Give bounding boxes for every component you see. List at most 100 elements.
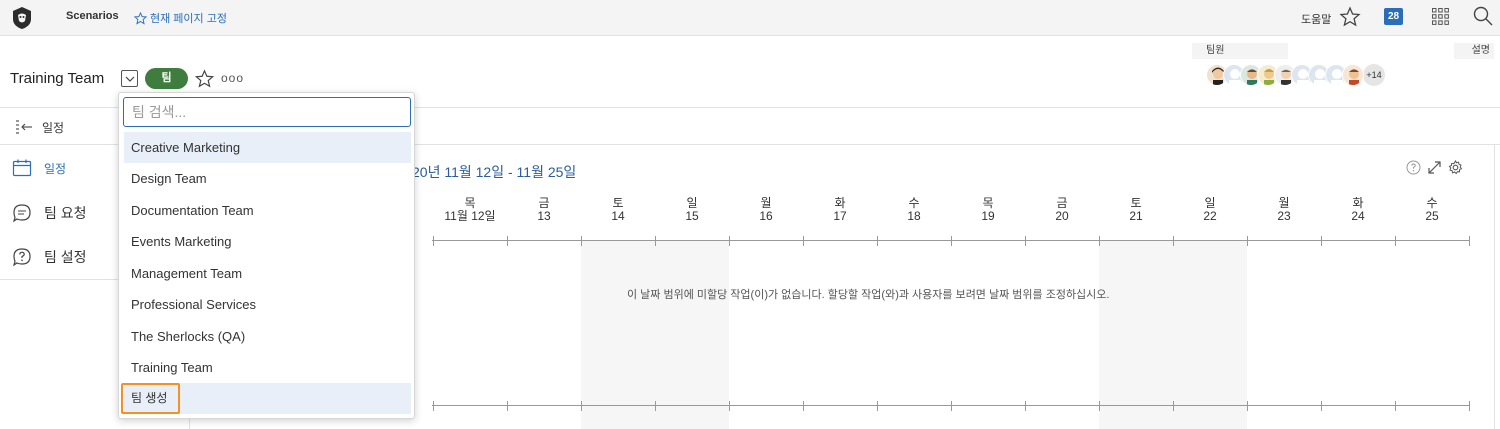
expand-icon[interactable] [1427,160,1442,175]
timeline-tick [655,236,656,246]
team-option[interactable]: Documentation Team [124,195,411,226]
more-options-button[interactable]: ooo [221,71,244,85]
team-dropdown: 팀 검색... Creative Marketing Design Team D… [118,92,415,419]
question-bubble-icon [12,248,31,267]
lion-logo-icon[interactable] [10,6,34,30]
day-number: 25 [1425,209,1439,223]
team-option[interactable]: Management Team [124,258,411,289]
sidebar-collapse-button[interactable]: 일정 [14,118,64,136]
day-column: 월 23 [1247,197,1321,223]
day-column: 토 14 [581,197,655,223]
timeline-tick [433,236,434,246]
team-type-pill: 팀 [145,68,188,89]
day-number: 13 [537,209,551,223]
day-number: 20 [1055,209,1069,223]
day-of-week: 금 [538,196,550,210]
team-selector-toggle[interactable] [121,70,138,87]
gear-icon[interactable] [1448,160,1463,175]
timeline-tick [951,401,952,411]
timeline-tick [433,401,434,411]
timeline-tick [1321,236,1322,246]
timeline-tick [1247,401,1248,411]
day-number: 11월 12일 [444,209,496,223]
day-of-week: 일 [1204,196,1216,210]
day-column: 토 21 [1099,197,1173,223]
day-of-week: 토 [1130,196,1142,210]
app-grid-icon[interactable] [1432,8,1449,25]
day-of-week: 목 [464,196,476,210]
day-of-week: 수 [1426,196,1438,210]
day-number: 22 [1203,209,1217,223]
top-bar: Scenarios 현재 페이지 고정 도움말 28 [0,0,1500,36]
timeline-tick [1025,401,1026,411]
day-number: 19 [981,209,995,223]
timeline-tick [1469,401,1470,411]
date-range-title[interactable]: 20년 11월 12일 - 11월 25일 [412,162,576,182]
favorites-star-icon[interactable] [1339,6,1361,28]
timeline-tick [877,401,878,411]
timeline-tick [1395,401,1396,411]
timeline-tick [581,401,582,411]
help-link[interactable]: 도움말 [1301,11,1331,27]
calendar-right-border [1494,145,1495,429]
avatar[interactable] [1342,64,1364,86]
team-search-input[interactable]: 팀 검색... [123,97,411,127]
sidebar-item-team-settings[interactable]: 팀 설정 [12,247,87,267]
day-number: 18 [907,209,921,223]
team-option[interactable]: Events Marketing [124,226,411,257]
day-column: 화 17 [803,197,877,223]
pin-page-button[interactable]: 현재 페이지 고정 [134,10,227,26]
sidebar-item-team-requests[interactable]: 팀 요청 [12,203,87,223]
timeline-tick [951,236,952,246]
day-number: 15 [685,209,699,223]
day-number: 24 [1351,209,1365,223]
timeline-tick [655,401,656,411]
timeline-tick [1099,401,1100,411]
timeline-tick [1099,236,1100,246]
timeline-tick [729,401,730,411]
members-extra-count[interactable]: +14 [1363,64,1385,86]
day-number: 21 [1129,209,1143,223]
notifications-badge[interactable]: 28 [1384,8,1403,25]
day-column: 목 11월 12일 [433,197,507,223]
create-team-button[interactable]: 팀 생성 [121,383,180,414]
calendar-tools [1406,160,1463,175]
day-column: 수 25 [1395,197,1469,223]
calendar-icon [12,159,32,177]
team-option[interactable]: The Sherlocks (QA) [124,321,411,352]
description-label: 설명 [1454,43,1494,59]
day-column: 금 13 [507,197,581,223]
page-title: Training Team [10,70,105,87]
team-option[interactable]: Training Team [124,352,411,383]
day-number: 16 [759,209,773,223]
timeline-tick [581,236,582,246]
day-number: 14 [611,209,625,223]
team-option[interactable]: Design Team [124,163,411,194]
members-label: 팀원 [1192,43,1288,59]
day-of-week: 화 [834,196,846,210]
scenarios-link[interactable]: Scenarios [66,10,119,22]
favorite-star-icon[interactable] [194,69,215,89]
search-icon[interactable] [1472,5,1494,27]
timeline-tick [507,401,508,411]
chevron-down-icon [125,76,134,82]
day-column: 수 18 [877,197,951,223]
day-of-week: 목 [982,196,994,210]
team-option[interactable]: Creative Marketing [124,132,411,163]
sidebar-collapse-label: 일정 [42,120,65,135]
day-column: 월 16 [729,197,803,223]
pin-star-icon [134,11,147,25]
day-of-week: 일 [686,196,698,210]
day-of-week: 월 [760,196,772,210]
day-column: 목 19 [951,197,1025,223]
timeline-tick [1395,236,1396,246]
pin-page-label: 현재 페이지 고정 [150,13,227,25]
member-avatars[interactable]: +14 [1206,64,1385,86]
team-option[interactable]: Professional Services [124,289,411,320]
timeline-tick [507,236,508,246]
timeline-tick [803,401,804,411]
help-icon[interactable] [1406,160,1421,175]
sidebar-item-schedule[interactable]: 일정 [12,158,66,178]
timeline-tick [877,236,878,246]
day-number: 17 [833,209,847,223]
